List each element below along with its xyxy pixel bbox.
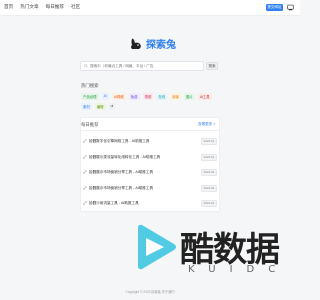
list-item-date: 2024-01 [200,137,217,145]
daily-recommend-card [80,117,220,212]
list-item-date: 2024-01 [200,184,217,192]
hot-search-tags: 产品经理 AI AI视频 免费 视频 在线 阅读 图片 AI工具素材 编程 ui [81,93,223,110]
list-item-date: 2024-01 [200,153,217,161]
top-navbar: 首页 热门文章 每日推荐 社区 提交网址 [0,0,300,16]
list-item-title: 拾戳沙用流量工具 - AI助推工具 [89,200,139,205]
watermark-subtext: KUIDC [188,264,290,275]
site-logo-text: 探索兔 [146,40,176,51]
hot-tag[interactable]: 编程 [94,103,106,110]
hot-tag[interactable]: 在线 [156,93,168,100]
hot-tag[interactable]: 免费 [128,93,140,100]
list-item-date: 2024-01 [200,168,217,176]
list-item[interactable]: 拾戳沙用流量工具 - AI助推工具 2024-01 [83,199,217,207]
hot-tag[interactable]: 视频 [142,93,154,100]
hot-tag[interactable]: 产品经理 [81,93,99,100]
list-item-title: 拾戳展示类流量转化用转化工具 - AI助推工具 [89,154,161,159]
list-item-title: 拾戳展示市场营销分享工具 - AI助推工具 [89,185,154,190]
hot-tag[interactable]: 素材 [81,103,92,110]
link-icon [83,170,87,174]
nav-item-home[interactable]: 首页 [4,4,13,10]
list-item-date: 2024-01 [200,199,217,207]
nav-item-community[interactable]: 社区 [71,4,80,10]
hot-tag[interactable]: ui [108,103,116,110]
hot-tag[interactable]: AI工具 [197,93,212,100]
link-icon [83,139,87,143]
hot-search-title: 热门搜索 [81,83,99,88]
link-icon [83,155,87,159]
hot-tag[interactable]: AI视频 [111,93,126,100]
list-item-title: 拾戳数字化引擎网络工具 - AI助推工具 [89,138,150,143]
search-button[interactable]: 搜索 [206,62,218,70]
main-nav: 首页 热门文章 每日推荐 社区 [4,4,80,10]
rabbit-logo-icon [131,38,141,49]
site-logo[interactable]: 探索兔 [129,36,176,51]
link-icon [83,201,87,205]
nav-item-daily[interactable]: 每日推荐 [46,4,64,10]
play-logo-icon [138,224,176,270]
nav-item-hot-articles[interactable]: 热门文章 [20,4,38,10]
hot-tag[interactable]: AI [101,93,109,100]
view-more-link[interactable]: 查看更多 > [198,122,215,127]
list-item[interactable]: 拾戳展示市场营销分享工具 - AI助推工具 2024-01 [83,168,217,176]
list-item[interactable]: 拾戳展示类流量转化用转化工具 - AI助推工具 2024-01 [83,153,217,161]
hot-tag[interactable]: 图片 [183,93,195,100]
search-icon [84,64,88,68]
list-item-title: 拾戳展示市场营销分享工具 - AI助推工具 [89,169,154,174]
submit-site-button[interactable]: 提交网址 [266,4,283,11]
footer-copyright: Copyright © 2023 探索兔 关于我们 [125,290,175,294]
daily-recommend-title: 每日推荐 [81,122,99,127]
divider [80,130,220,131]
search-bar: 搜索 [80,61,218,71]
hot-tag[interactable]: 阅读 [170,93,181,100]
link-icon [83,186,87,190]
list-item[interactable]: 拾戳展示市场营销分享工具 - AI助推工具 2024-01 [83,184,217,192]
search-box [80,61,204,71]
list-item[interactable]: 拾戳数字化引擎网络工具 - AI助推工具 2024-01 [83,137,217,145]
search-input[interactable] [90,64,200,68]
kuidc-watermark: 酷数据 KUIDC [132,222,300,294]
user-icon[interactable] [287,4,294,11]
